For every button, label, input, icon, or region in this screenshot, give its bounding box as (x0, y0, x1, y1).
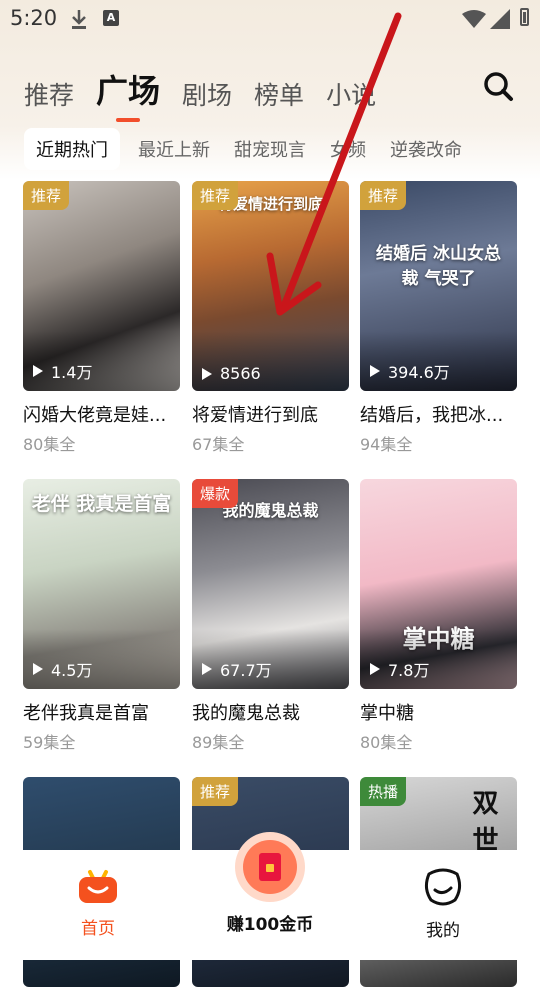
battery-icon (520, 8, 529, 26)
view-count: 67.7万 (202, 657, 272, 681)
signal-icon (490, 9, 510, 29)
badge: 推荐 (192, 181, 239, 210)
badge: 推荐 (360, 181, 407, 210)
play-icon (202, 663, 212, 675)
profile-icon (424, 868, 462, 906)
bottom-nav: 首页 赚100金币 我的 (0, 832, 540, 960)
status-time: 5:20 (10, 6, 58, 30)
nav-home-label: 首页 (81, 919, 115, 939)
drama-card[interactable]: 将爱情进行到底 推荐 8566 将爱情进行到底 67集全 (192, 181, 349, 455)
chip-sweet[interactable]: 甜宠现言 (234, 136, 306, 162)
drama-title[interactable]: 闪婚大佬竟是娃... (23, 401, 180, 427)
earn-coins-label[interactable]: 赚100金币 (210, 910, 330, 935)
drama-cover[interactable]: 老伴 我真是首富 4.5万 (23, 479, 180, 689)
badge: 爆款 (192, 479, 239, 508)
drama-cover[interactable]: 将爱情进行到底 推荐 8566 (192, 181, 349, 391)
drama-title[interactable]: 将爱情进行到底 (192, 401, 349, 427)
drama-cover[interactable]: 推荐 1.4万 (23, 181, 180, 391)
drama-card[interactable]: 推荐 1.4万 闪婚大佬竟是娃... 80集全 (23, 181, 180, 455)
nav-mine-label: 我的 (426, 921, 460, 941)
tab-novel[interactable]: 小说 (326, 76, 376, 112)
drama-title[interactable]: 老伴我真是首富 (23, 699, 180, 725)
episode-count: 59集全 (23, 733, 76, 752)
drama-title[interactable]: 掌中糖 (360, 699, 517, 725)
red-envelope-icon (259, 853, 281, 881)
drama-card[interactable]: 掌中糖 7.8万 掌中糖 80集全 (360, 479, 517, 753)
view-count: 7.8万 (370, 657, 429, 681)
chip-recent-hot[interactable]: 近期热门 (24, 128, 120, 170)
nav-home[interactable]: 首页 (43, 868, 153, 939)
drama-cover[interactable]: 掌中糖 7.8万 (360, 479, 517, 689)
play-icon (33, 365, 43, 377)
home-icon (79, 870, 117, 903)
drama-cover[interactable]: 我的魔鬼总裁 爆款 67.7万 (192, 479, 349, 689)
episode-count: 80集全 (360, 733, 413, 752)
badge: 热播 (360, 777, 407, 806)
episode-count: 80集全 (23, 435, 76, 454)
status-bar: 5:20 A (0, 0, 540, 40)
view-count: 1.4万 (33, 359, 92, 383)
drama-title[interactable]: 我的魔鬼总裁 (192, 699, 349, 725)
wifi-icon (462, 10, 486, 28)
drama-cover[interactable]: 结婚后 冰山女总裁 气哭了 推荐 394.6万 (360, 181, 517, 391)
tab-plaza[interactable]: 广场 (96, 66, 160, 122)
accessibility-icon: A (103, 10, 119, 26)
badge: 推荐 (23, 181, 70, 210)
chip-comeback[interactable]: 逆袭改命 (390, 136, 462, 162)
download-icon (72, 10, 86, 29)
chip-new[interactable]: 最近上新 (138, 136, 210, 162)
play-icon (202, 367, 212, 380)
cover-title: 结婚后 冰山女总裁 气哭了 (376, 244, 501, 289)
tab-theater[interactable]: 剧场 (182, 76, 232, 112)
tab-recommend[interactable]: 推荐 (24, 76, 74, 112)
episode-count: 89集全 (192, 733, 245, 752)
view-count: 4.5万 (33, 657, 92, 681)
view-count: 394.6万 (370, 359, 450, 383)
tab-ranking[interactable]: 榜单 (254, 76, 304, 112)
drama-title[interactable]: 结婚后，我把冰... (360, 401, 517, 427)
drama-card[interactable]: 老伴 我真是首富 4.5万 老伴我真是首富 59集全 (23, 479, 180, 753)
play-icon (33, 663, 43, 675)
search-icon[interactable] (482, 70, 514, 102)
episode-count: 94集全 (360, 435, 413, 454)
cover-title: 老伴 我真是首富 (31, 493, 172, 515)
view-count: 8566 (202, 364, 261, 383)
category-chips: 近期热门 最近上新 甜宠现言 女频 逆袭改命 (24, 128, 486, 170)
earn-coins-button[interactable] (235, 832, 305, 902)
episode-count: 67集全 (192, 435, 245, 454)
cover-title: 双世 (472, 789, 499, 856)
nav-mine[interactable]: 我的 (388, 868, 498, 941)
drama-card[interactable]: 结婚后 冰山女总裁 气哭了 推荐 394.6万 结婚后，我把冰... 94集全 (360, 181, 517, 455)
chip-female[interactable]: 女频 (330, 136, 366, 162)
top-tabs: 推荐 广场 剧场 榜单 小说 (24, 66, 398, 122)
play-icon (370, 663, 380, 675)
badge: 推荐 (192, 777, 239, 806)
play-icon (370, 365, 380, 377)
drama-card[interactable]: 我的魔鬼总裁 爆款 67.7万 我的魔鬼总裁 89集全 (192, 479, 349, 753)
